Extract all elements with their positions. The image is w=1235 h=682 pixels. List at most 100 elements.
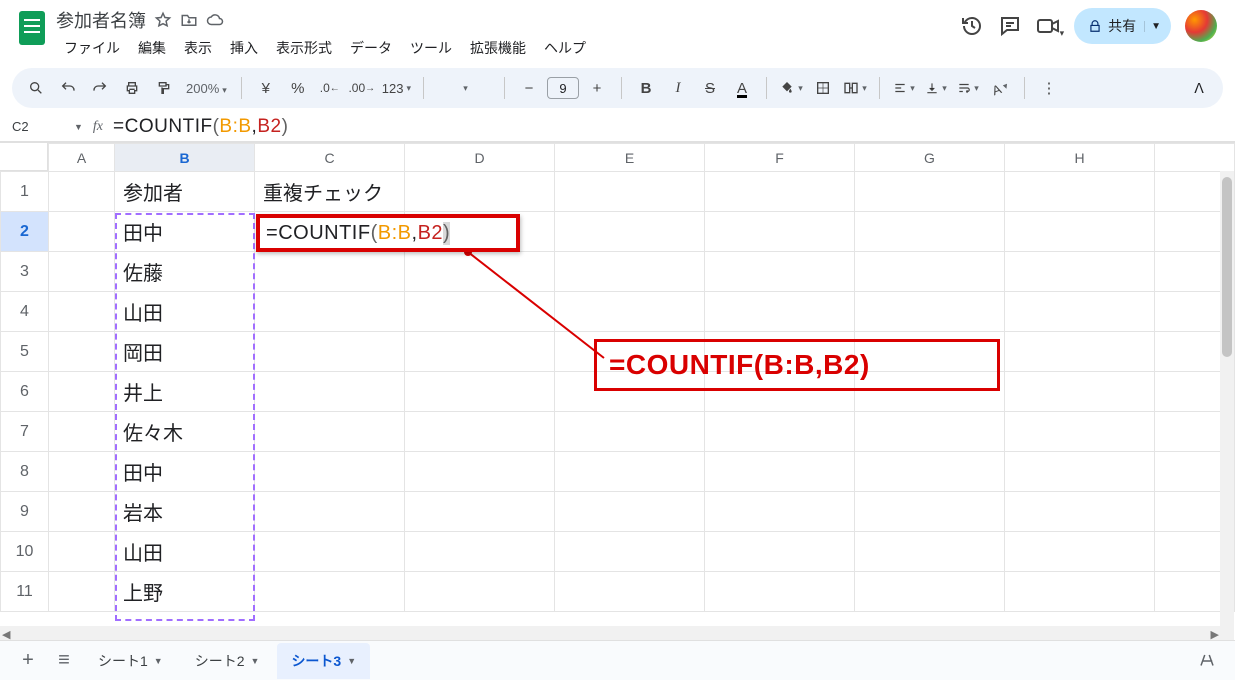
cell[interactable] [555, 212, 705, 252]
cell[interactable]: 佐藤 [115, 252, 255, 292]
cell[interactable] [49, 532, 115, 572]
cell[interactable] [855, 452, 1005, 492]
search-icon[interactable] [22, 74, 50, 102]
zoom-select[interactable]: 200% [182, 81, 231, 96]
row-header-10[interactable]: 10 [1, 532, 49, 572]
cell[interactable] [1005, 292, 1155, 332]
row-header-3[interactable]: 3 [1, 252, 49, 292]
menu-file[interactable]: ファイル [56, 34, 128, 62]
row-header-5[interactable]: 5 [1, 332, 49, 372]
increase-decimal-icon[interactable]: .00→ [348, 74, 376, 102]
row-header-4[interactable]: 4 [1, 292, 49, 332]
menu-help[interactable]: ヘルプ [536, 34, 594, 62]
wrap-icon[interactable] [954, 74, 982, 102]
cell[interactable] [255, 332, 405, 372]
col-header-B[interactable]: B [115, 144, 255, 172]
sheet-tab-2[interactable]: シート2▼ [181, 643, 274, 679]
cell[interactable] [49, 492, 115, 532]
cell[interactable]: 佐々木 [115, 412, 255, 452]
cell[interactable] [255, 452, 405, 492]
row-header-2[interactable]: 2 [1, 212, 49, 252]
cell[interactable] [49, 252, 115, 292]
explore-button[interactable] [1191, 645, 1223, 677]
cell[interactable] [255, 572, 405, 612]
sheet-tab-3[interactable]: シート3▼ [277, 643, 370, 679]
cell[interactable] [555, 292, 705, 332]
menu-insert[interactable]: 挿入 [222, 34, 266, 62]
strikethrough-icon[interactable]: S [696, 74, 724, 102]
bold-icon[interactable]: B [632, 74, 660, 102]
row-header-7[interactable]: 7 [1, 412, 49, 452]
col-header-C[interactable]: C [255, 144, 405, 172]
merge-cells-icon[interactable] [841, 74, 869, 102]
font-size-increase[interactable]: + [583, 74, 611, 102]
cell[interactable] [1005, 372, 1155, 412]
history-icon[interactable] [960, 14, 984, 38]
cell[interactable] [555, 252, 705, 292]
paint-format-icon[interactable] [150, 74, 178, 102]
font-size-decrease[interactable]: − [515, 74, 543, 102]
col-header-A[interactable]: A [49, 144, 115, 172]
cell[interactable]: 山田 [115, 292, 255, 332]
cell[interactable]: 田中 [115, 452, 255, 492]
currency-icon[interactable]: ¥ [252, 74, 280, 102]
share-dropdown-icon[interactable]: ▼ [1144, 21, 1161, 32]
col-header-H[interactable]: H [1005, 144, 1155, 172]
cell[interactable] [705, 452, 855, 492]
share-button[interactable]: 共有 ▼ [1074, 8, 1171, 44]
redo-icon[interactable] [86, 74, 114, 102]
menu-view[interactable]: 表示 [176, 34, 220, 62]
v-align-icon[interactable] [922, 74, 950, 102]
name-box[interactable]: C2 [12, 119, 72, 134]
number-format-select[interactable]: 123 [380, 74, 413, 102]
cell[interactable] [255, 532, 405, 572]
cell[interactable] [1005, 492, 1155, 532]
row-header-9[interactable]: 9 [1, 492, 49, 532]
cell[interactable] [49, 172, 115, 212]
borders-icon[interactable] [809, 74, 837, 102]
cell[interactable] [255, 292, 405, 332]
cell[interactable] [855, 492, 1005, 532]
cell[interactable] [855, 412, 1005, 452]
cell[interactable]: 井上 [115, 372, 255, 412]
cell[interactable] [705, 412, 855, 452]
cell[interactable] [405, 332, 555, 372]
col-header-G[interactable]: G [855, 144, 1005, 172]
collapse-toolbar-icon[interactable]: ᐱ [1185, 74, 1213, 102]
cell[interactable] [49, 412, 115, 452]
more-icon[interactable]: ⋮ [1035, 74, 1063, 102]
cell[interactable] [555, 412, 705, 452]
cell[interactable] [405, 492, 555, 532]
cell[interactable] [555, 492, 705, 532]
cell[interactable] [1005, 412, 1155, 452]
cell[interactable]: 田中 [115, 212, 255, 252]
decrease-decimal-icon[interactable]: .0← [316, 74, 344, 102]
cell[interactable] [49, 292, 115, 332]
font-size-input[interactable]: 9 [547, 77, 579, 99]
cell[interactable] [555, 172, 705, 212]
sheets-logo-icon[interactable] [12, 8, 52, 48]
col-header-E[interactable]: E [555, 144, 705, 172]
cell[interactable] [705, 492, 855, 532]
cell[interactable] [255, 252, 405, 292]
cell[interactable] [855, 572, 1005, 612]
cell[interactable] [255, 412, 405, 452]
cell[interactable] [49, 372, 115, 412]
star-icon[interactable] [154, 11, 172, 29]
percent-icon[interactable]: % [284, 74, 312, 102]
cell[interactable] [855, 212, 1005, 252]
cell[interactable] [705, 172, 855, 212]
cell[interactable] [49, 332, 115, 372]
cell[interactable]: 山田 [115, 532, 255, 572]
undo-icon[interactable] [54, 74, 82, 102]
cell[interactable] [405, 172, 555, 212]
sheet-tab-1[interactable]: シート1▼ [84, 643, 177, 679]
cell[interactable] [405, 572, 555, 612]
cell[interactable] [555, 572, 705, 612]
cell[interactable] [705, 252, 855, 292]
cell[interactable] [1005, 212, 1155, 252]
name-box-dropdown-icon[interactable]: ▼ [74, 122, 83, 132]
cell[interactable]: 岩本 [115, 492, 255, 532]
cell[interactable] [1005, 572, 1155, 612]
font-select[interactable] [434, 74, 494, 102]
